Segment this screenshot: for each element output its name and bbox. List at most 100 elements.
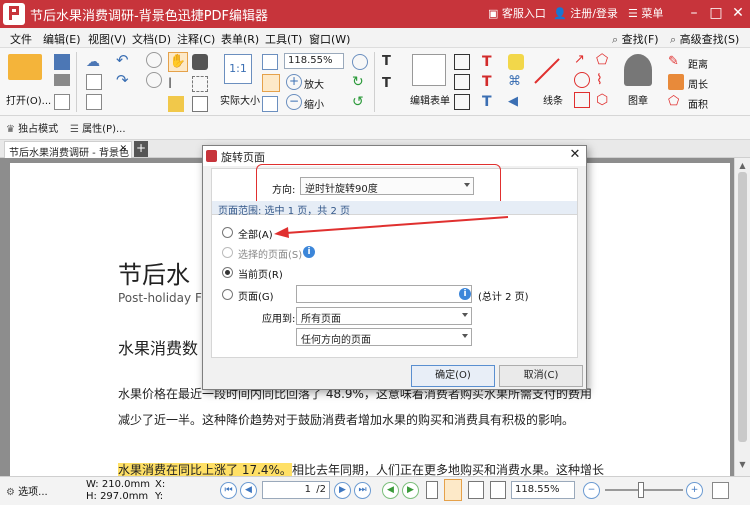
perimeter-icon[interactable] xyxy=(668,74,684,90)
typewriter-icon[interactable]: T xyxy=(482,54,498,70)
menu-comment[interactable]: 注释(C) xyxy=(177,31,215,47)
status-zoom-out-button[interactable]: − xyxy=(583,482,600,499)
options-button[interactable]: ⚙ 选项... xyxy=(6,483,48,498)
menu-document[interactable]: 文档(D) xyxy=(132,31,171,47)
radio-pages[interactable] xyxy=(222,289,233,300)
comment-icon[interactable] xyxy=(168,96,184,112)
tab-document[interactable]: 节后水果消费调研 - 背景色 ✕ xyxy=(4,141,132,159)
edit-form-button-label[interactable]: 编辑表单 xyxy=(410,92,450,107)
save-icon[interactable] xyxy=(54,54,70,70)
service-button[interactable]: ▣ 客服入口 xyxy=(488,5,546,21)
callout-icon[interactable]: T xyxy=(482,74,498,90)
form-field-icon[interactable] xyxy=(454,54,470,70)
page-add-icon[interactable] xyxy=(86,94,102,110)
first-page-button[interactable]: ⏮ xyxy=(220,482,237,499)
menu-window[interactable]: 窗口(W) xyxy=(309,31,350,47)
last-page-button[interactable]: ⏭ xyxy=(354,482,371,499)
ruler-icon[interactable] xyxy=(192,96,208,112)
zoom-slider-handle[interactable] xyxy=(638,482,644,498)
login-button[interactable]: 👤 注册/登录 xyxy=(553,5,618,21)
find-button[interactable]: ⌕ 查找(F) xyxy=(612,31,659,47)
continuous-page-icon[interactable] xyxy=(444,479,462,501)
rotate-right-icon[interactable]: ↻ xyxy=(352,74,368,90)
tab-close-icon[interactable]: ✕ xyxy=(119,144,127,154)
history-forward-button[interactable]: ▶ xyxy=(402,482,419,499)
advanced-find-button[interactable]: ⌕ 高级查找(S) xyxy=(670,31,739,47)
prev-page-button[interactable]: ◀ xyxy=(240,482,257,499)
perimeter-label[interactable]: 周长 xyxy=(688,76,708,91)
select-text-icon[interactable]: I xyxy=(168,76,184,92)
sound-icon[interactable]: ◀ xyxy=(508,94,524,110)
rotate-left-icon[interactable]: ↺ xyxy=(352,94,368,110)
edit-form-icon[interactable] xyxy=(412,54,446,86)
new-doc-icon[interactable] xyxy=(54,94,70,110)
status-zoom-in-button[interactable]: + xyxy=(686,482,703,499)
page-number-input[interactable]: 1 /2 xyxy=(262,481,330,499)
textbox-icon[interactable]: T xyxy=(482,94,498,110)
note-icon[interactable] xyxy=(508,54,524,70)
menu-file[interactable]: 文件 xyxy=(10,31,32,47)
menu-edit[interactable]: 编辑(E) xyxy=(43,31,81,47)
text-tool-icon[interactable]: T xyxy=(382,54,398,70)
status-zoom-combo[interactable]: 118.55% xyxy=(511,481,575,499)
form-list-icon[interactable] xyxy=(454,94,470,110)
pages-input[interactable] xyxy=(296,285,472,303)
orientation-select[interactable]: 任何方向的页面 xyxy=(296,328,472,346)
apply-to-select[interactable]: 所有页面 xyxy=(296,307,472,325)
stamp-icon[interactable] xyxy=(624,54,652,86)
scroll-up-icon[interactable]: ▲ xyxy=(738,162,747,170)
page-icon[interactable] xyxy=(86,74,102,90)
open-folder-icon[interactable] xyxy=(8,54,42,80)
distance-label[interactable]: 距离 xyxy=(688,56,708,71)
single-page-icon[interactable] xyxy=(426,481,438,499)
search-zoom-icon[interactable] xyxy=(352,54,368,70)
fit-width-icon[interactable] xyxy=(262,74,280,92)
radio-pages-label[interactable]: 页面(G) xyxy=(238,288,274,303)
next-page-button[interactable]: ▶ xyxy=(334,482,351,499)
close-button[interactable]: ✕ xyxy=(730,4,746,22)
actual-size-icon[interactable]: 1:1 xyxy=(224,54,252,84)
vertical-scrollbar[interactable]: ▲ ▼ xyxy=(734,158,750,476)
cloud-shape-icon[interactable]: ⬡ xyxy=(596,92,612,108)
properties-button[interactable]: ☰ 属性(P)... xyxy=(70,120,126,135)
ok-button[interactable]: 确定(O) xyxy=(411,365,495,387)
radio-all-label[interactable]: 全部(A) xyxy=(238,226,273,241)
forward-icon[interactable] xyxy=(146,72,162,88)
zoom-in-label[interactable]: 放大 xyxy=(304,76,324,91)
area-label[interactable]: 面积 xyxy=(688,96,708,111)
zoom-in-icon[interactable]: + xyxy=(286,74,302,90)
fit-page-icon[interactable] xyxy=(262,54,278,70)
snapshot-icon[interactable] xyxy=(192,54,208,70)
polygon-tool-icon[interactable]: ⬠ xyxy=(596,52,612,68)
open-button-label[interactable]: 打开(O)... xyxy=(6,92,51,107)
facing-page-icon[interactable] xyxy=(468,481,484,499)
select-area-icon[interactable] xyxy=(192,76,208,92)
cloud-icon[interactable]: ☁ xyxy=(86,54,102,70)
radio-all[interactable] xyxy=(222,227,233,238)
dialog-close-button[interactable]: ✕ xyxy=(568,147,582,163)
maximize-button[interactable]: □ xyxy=(708,4,724,22)
area-icon[interactable]: ⬠ xyxy=(668,94,684,110)
zoom-out-label[interactable]: 缩小 xyxy=(304,96,324,111)
attach-icon[interactable]: ⌘ xyxy=(508,74,524,90)
zoom-out-icon[interactable]: − xyxy=(286,94,302,110)
menu-tools[interactable]: 工具(T) xyxy=(265,31,302,47)
scroll-thumb[interactable] xyxy=(738,172,747,442)
scroll-down-icon[interactable]: ▼ xyxy=(738,461,747,469)
menu-view[interactable]: 视图(V) xyxy=(88,31,126,47)
hand-tool-icon[interactable]: ✋ xyxy=(168,52,188,72)
actual-size-button-label[interactable]: 实际大小 xyxy=(220,92,260,107)
menu-button[interactable]: ☰ 菜单 xyxy=(628,5,663,21)
line-tool-icon[interactable] xyxy=(534,58,560,84)
arrow-tool-icon[interactable]: ↗ xyxy=(574,52,590,68)
new-tab-button[interactable]: + xyxy=(134,141,148,157)
exclusive-mode-button[interactable]: ♛ 独占模式 xyxy=(6,120,58,135)
radio-selected-pages[interactable] xyxy=(222,247,233,258)
history-back-button[interactable]: ◀ xyxy=(382,482,399,499)
cancel-button[interactable]: 取消(C) xyxy=(499,365,583,387)
polyline-tool-icon[interactable]: ⌇ xyxy=(596,72,612,88)
redo-icon[interactable]: ↷ xyxy=(116,72,132,88)
back-icon[interactable] xyxy=(146,52,162,68)
rectangle-tool-icon[interactable] xyxy=(574,92,590,108)
info-icon[interactable]: i xyxy=(303,246,315,258)
